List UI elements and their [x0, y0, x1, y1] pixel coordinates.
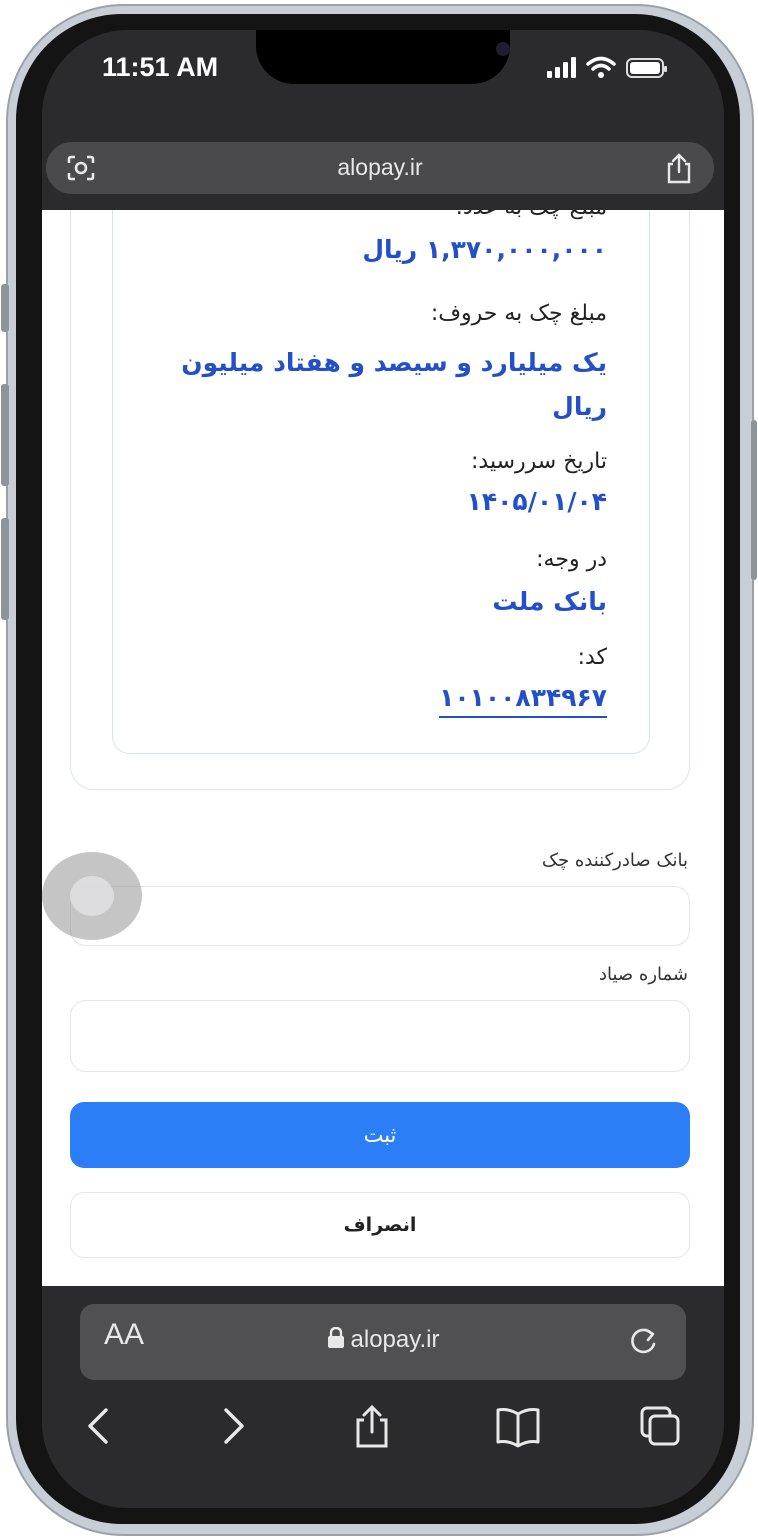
bookmarks-icon[interactable]	[494, 1404, 542, 1448]
due-date-label: تاریخ سررسید:	[471, 449, 607, 474]
code-row-value: ۱۰۱۰۰۸۳۴۹۶۷	[439, 683, 607, 718]
mute-switch	[1, 284, 9, 332]
status-time: 11:51 AM	[102, 52, 219, 82]
submit-button[interactable]: ثبت	[70, 1102, 690, 1168]
amount-words-label: مبلغ چک به حروف:	[430, 301, 607, 326]
payee-row: در وجه:	[536, 547, 607, 572]
sayad-number-label: شماره صیاد	[598, 964, 688, 985]
share-sheet-icon[interactable]	[350, 1404, 394, 1448]
code-row: کد:	[578, 645, 607, 670]
cancel-button[interactable]: انصراف	[70, 1192, 690, 1258]
power-button	[751, 420, 757, 580]
amount-numeric-label: مبلغ چک به عدد:	[456, 210, 608, 220]
amount-words-row-value: یک میلیارد و سیصد و هفتاد میلیون ریال	[147, 341, 607, 429]
top-url-text: alopay.ir	[337, 154, 423, 180]
bottom-url-text: alopay.ir	[350, 1326, 440, 1353]
front-camera	[496, 42, 510, 56]
status-icons	[547, 56, 667, 78]
sayad-number-input[interactable]	[70, 1000, 690, 1072]
forward-icon[interactable]	[210, 1404, 254, 1448]
reload-icon[interactable]	[626, 1324, 660, 1360]
tabs-icon[interactable]	[638, 1404, 682, 1448]
screen: 11:51 AM alopay.ir ۱,۳۷۰,۰۰۰,۰۰۰ ریال مب…	[42, 30, 724, 1508]
amount-numeric-value: ۱,۳۷۰,۰۰۰,۰۰۰ ریال	[362, 235, 607, 264]
cheque-details-card: مبلغ چک به عدد: ۱,۳۷۰,۰۰۰,۰۰۰ ریال مبلغ …	[112, 210, 650, 754]
volume-down-button	[1, 518, 9, 620]
web-content: مبلغ چک به عدد: ۱,۳۷۰,۰۰۰,۰۰۰ ریال مبلغ …	[42, 210, 724, 1286]
volume-up-button	[1, 384, 9, 486]
due-date-row: تاریخ سررسید:	[471, 449, 607, 474]
lock-icon	[327, 1326, 344, 1348]
bottom-url-row: alopay.ir	[80, 1326, 686, 1354]
status-bar: 11:51 AM	[42, 30, 724, 138]
browser-toolbar: AA alopay.ir	[42, 1286, 724, 1508]
code-label: کد:	[577, 645, 607, 670]
amount-words-row: مبلغ چک به حروف:	[431, 301, 607, 326]
amount-numeric-row-value: ۱,۳۷۰,۰۰۰,۰۰۰ ریال	[362, 235, 607, 264]
due-date-value: ۱۴۰۵/۰۱/۰۴	[466, 487, 607, 516]
due-date-row-value: ۱۴۰۵/۰۱/۰۴	[467, 487, 607, 516]
touch-indicator	[42, 852, 142, 940]
back-icon[interactable]	[78, 1404, 122, 1448]
payee-row-value: بانک ملت	[492, 587, 607, 616]
amount-numeric-row: مبلغ چک به عدد:	[456, 210, 608, 220]
notch	[256, 30, 510, 84]
payee-value: بانک ملت	[492, 587, 607, 616]
code-value[interactable]: ۱۰۱۰۰۸۳۴۹۶۷	[439, 683, 607, 718]
payee-label: در وجه:	[536, 547, 607, 572]
battery-icon	[626, 58, 667, 78]
issuing-bank-select[interactable]	[70, 886, 690, 946]
wifi-icon	[586, 56, 616, 78]
issuing-bank-label: بانک صادرکننده چک	[541, 850, 688, 871]
top-address-bar[interactable]: alopay.ir	[46, 142, 714, 194]
share-icon[interactable]	[664, 152, 694, 184]
cellular-signal-icon	[547, 56, 576, 78]
amount-words-value: یک میلیارد و سیصد و هفتاد میلیون ریال	[181, 348, 607, 421]
bottom-address-bar[interactable]: AA alopay.ir	[80, 1304, 686, 1380]
